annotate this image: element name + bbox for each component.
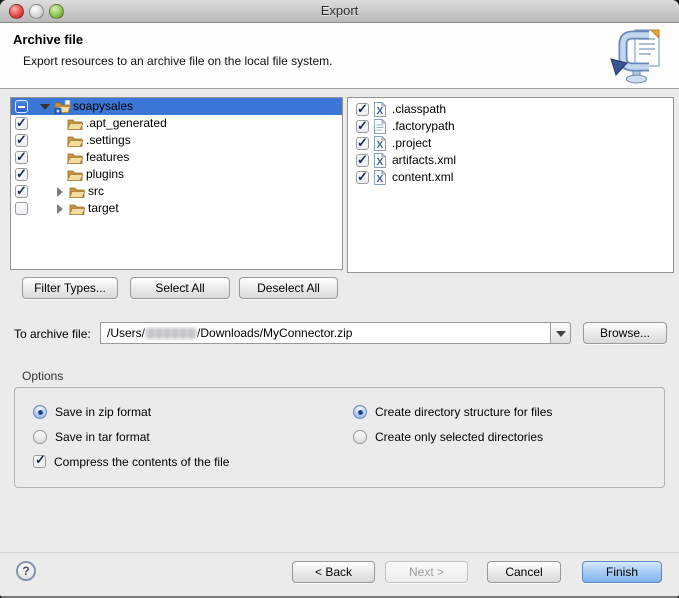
window-title: Export bbox=[0, 3, 679, 18]
checkbox-checked[interactable] bbox=[15, 151, 28, 164]
xml-file-icon: X bbox=[374, 170, 386, 190]
file-item-label: .classpath bbox=[392, 101, 446, 118]
file-item-label: .project bbox=[392, 135, 431, 152]
file-row-artifacts[interactable]: X artifacts.xml bbox=[348, 152, 673, 169]
radio-selected-icon[interactable] bbox=[353, 405, 367, 419]
export-dialog: Export Archive file Export resources to … bbox=[0, 0, 679, 598]
deselect-all-button[interactable]: Deselect All bbox=[239, 277, 338, 299]
svg-text:X: X bbox=[377, 106, 384, 117]
options-groupbox: Save in zip format Create directory stru… bbox=[14, 387, 665, 488]
file-row-factorypath[interactable]: .factorypath bbox=[348, 118, 673, 135]
tree-row-soapysales[interactable]: soapysales bbox=[11, 98, 342, 115]
checkbox-mixed[interactable] bbox=[15, 100, 28, 113]
file-row-content[interactable]: X content.xml bbox=[348, 169, 673, 186]
tree-row-features[interactable]: features bbox=[11, 149, 342, 166]
checkbox-checked[interactable] bbox=[15, 134, 28, 147]
chevron-right-icon[interactable] bbox=[57, 204, 63, 214]
checkbox-checked[interactable] bbox=[356, 103, 369, 116]
archive-path-combo[interactable]: /Users/ /Downloads/MyConnector.zip bbox=[100, 322, 571, 344]
save-tar-option[interactable]: Save in tar format bbox=[33, 429, 150, 444]
tree-row-apt-generated[interactable]: .apt_generated bbox=[11, 115, 342, 132]
compress-label: Compress the contents of the file bbox=[54, 455, 229, 469]
dir-structure-label: Create directory structure for files bbox=[375, 405, 552, 419]
path-prefix: /Users/ bbox=[107, 326, 145, 340]
tree-row-plugins[interactable]: plugins bbox=[11, 166, 342, 183]
resource-tree-panel[interactable]: soapysales .apt_generated .settings bbox=[10, 97, 343, 270]
archive-file-label: To archive file: bbox=[14, 327, 91, 341]
folder-icon bbox=[69, 202, 85, 221]
tree-row-target[interactable]: target bbox=[11, 200, 342, 217]
tree-item-label: src bbox=[88, 183, 104, 200]
checkbox-checked[interactable] bbox=[356, 120, 369, 133]
file-list-panel[interactable]: X .classpath .factorypath bbox=[347, 97, 674, 273]
chevron-right-icon[interactable] bbox=[57, 187, 63, 197]
tree-item-label: plugins bbox=[86, 166, 124, 183]
tree-item-label: .apt_generated bbox=[86, 115, 167, 132]
tree-item-label: features bbox=[86, 149, 129, 166]
checkbox-checked[interactable] bbox=[15, 168, 28, 181]
save-zip-label: Save in zip format bbox=[55, 405, 151, 419]
redacted-username bbox=[145, 328, 197, 339]
save-zip-option[interactable]: Save in zip format bbox=[33, 404, 151, 419]
svg-text:X: X bbox=[377, 157, 384, 168]
file-row-classpath[interactable]: X .classpath bbox=[348, 101, 673, 118]
options-group-label: Options bbox=[22, 369, 63, 383]
tree-row-src[interactable]: src bbox=[11, 183, 342, 200]
archive-path-input[interactable]: /Users/ /Downloads/MyConnector.zip bbox=[100, 322, 550, 344]
title-bar[interactable]: Export bbox=[0, 0, 679, 23]
combo-dropdown-button[interactable] bbox=[550, 322, 571, 344]
next-button: Next > bbox=[385, 561, 468, 583]
browse-button[interactable]: Browse... bbox=[583, 322, 667, 344]
page-description: Export resources to an archive file on t… bbox=[23, 54, 332, 68]
checkbox-checked[interactable] bbox=[15, 117, 28, 130]
filter-types-button[interactable]: Filter Types... bbox=[22, 277, 118, 299]
page-title: Archive file bbox=[13, 32, 83, 47]
checkbox-checked[interactable] bbox=[356, 171, 369, 184]
checkbox-checked[interactable] bbox=[356, 154, 369, 167]
compress-option[interactable]: Compress the contents of the file bbox=[33, 454, 229, 469]
checkbox-checked[interactable] bbox=[33, 455, 46, 468]
radio-unselected-icon[interactable] bbox=[33, 430, 47, 444]
file-item-label: .factorypath bbox=[392, 118, 455, 135]
tree-item-label: target bbox=[88, 200, 119, 217]
file-item-label: content.xml bbox=[392, 169, 453, 186]
finish-button[interactable]: Finish bbox=[582, 561, 662, 583]
svg-text:X: X bbox=[377, 140, 384, 151]
file-row-project[interactable]: X .project bbox=[348, 135, 673, 152]
checkbox-unchecked[interactable] bbox=[15, 202, 28, 215]
select-all-button[interactable]: Select All bbox=[130, 277, 230, 299]
save-tar-label: Save in tar format bbox=[55, 430, 150, 444]
tree-item-label: soapysales bbox=[73, 98, 133, 115]
only-selected-label: Create only selected directories bbox=[375, 430, 543, 444]
radio-selected-icon[interactable] bbox=[33, 405, 47, 419]
tree-item-label: .settings bbox=[86, 132, 131, 149]
export-archive-icon bbox=[609, 27, 669, 90]
radio-unselected-icon[interactable] bbox=[353, 430, 367, 444]
chevron-down-icon[interactable] bbox=[40, 104, 50, 110]
path-suffix: /Downloads/MyConnector.zip bbox=[197, 326, 352, 340]
footer-divider bbox=[0, 552, 679, 553]
dir-structure-option[interactable]: Create directory structure for files bbox=[353, 404, 552, 419]
only-selected-option[interactable]: Create only selected directories bbox=[353, 429, 543, 444]
back-button[interactable]: < Back bbox=[292, 561, 375, 583]
checkbox-checked[interactable] bbox=[356, 137, 369, 150]
wizard-banner: Archive file Export resources to an arch… bbox=[0, 23, 679, 89]
checkbox-checked[interactable] bbox=[15, 185, 28, 198]
cancel-button[interactable]: Cancel bbox=[487, 561, 561, 583]
help-button[interactable]: ? bbox=[16, 561, 36, 581]
svg-text:X: X bbox=[377, 174, 384, 185]
tree-row-settings[interactable]: .settings bbox=[11, 132, 342, 149]
file-item-label: artifacts.xml bbox=[392, 152, 456, 169]
